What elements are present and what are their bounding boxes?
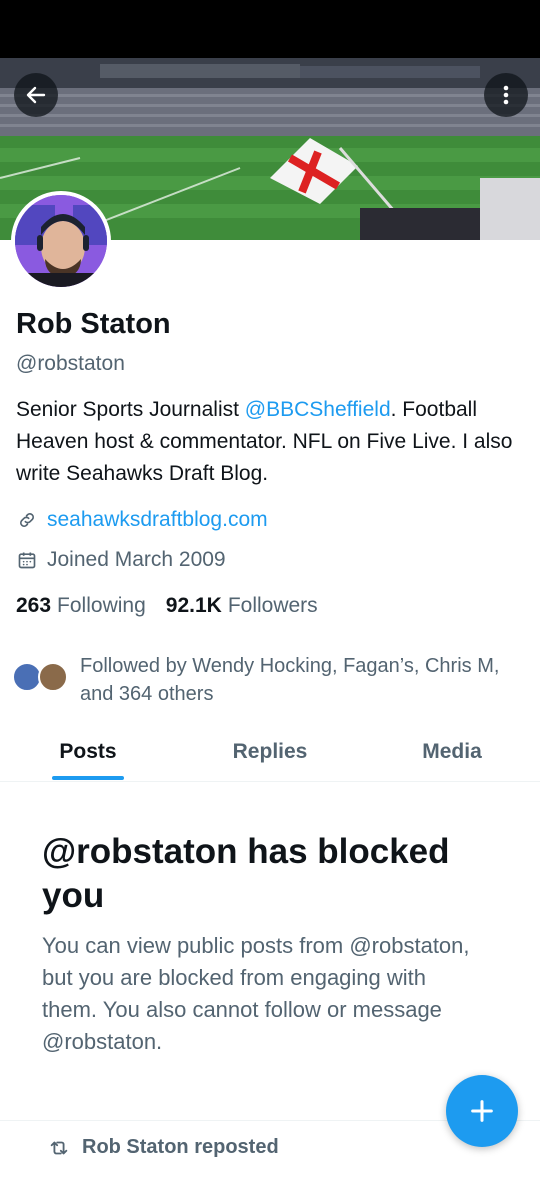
arrow-left-icon bbox=[26, 86, 46, 104]
joined-date: Joined March 2009 bbox=[16, 548, 226, 572]
profile-tabs: Posts Replies Media bbox=[0, 724, 540, 782]
blocked-description: You can view public posts from @robstato… bbox=[42, 933, 470, 1054]
status-bar bbox=[0, 0, 540, 58]
repost-icon bbox=[50, 1141, 68, 1154]
bio-mention-link[interactable]: @BBCSheffield bbox=[245, 398, 391, 421]
followed-by-text: Followed by Wendy Hocking, Fagan’s, Chri… bbox=[80, 655, 500, 705]
link-icon bbox=[16, 509, 38, 531]
website-link[interactable]: seahawksdraftblog.com bbox=[16, 508, 268, 532]
follower-avatar bbox=[38, 662, 68, 692]
following-label: Following bbox=[57, 594, 146, 617]
profile-name: Rob Staton bbox=[16, 308, 171, 340]
followers-count: 92.1K bbox=[165, 594, 222, 617]
profile-handle: @robstaton bbox=[16, 352, 125, 375]
repost-label: Rob Staton reposted bbox=[82, 1136, 279, 1158]
tab-media[interactable]: Media bbox=[364, 724, 540, 781]
followers-link[interactable]: 92.1K Followers bbox=[166, 594, 318, 618]
website-text[interactable]: seahawksdraftblog.com bbox=[47, 508, 268, 532]
more-vertical-icon bbox=[503, 85, 509, 105]
following-count: 263 bbox=[16, 594, 52, 617]
tab-posts[interactable]: Posts bbox=[0, 724, 176, 781]
followers-label: Followers bbox=[227, 594, 318, 617]
blocked-title: @robstaton has blocked you bbox=[42, 832, 450, 915]
more-options-button[interactable] bbox=[484, 73, 528, 117]
bio-text-prefix: Senior Sports Journalist bbox=[16, 398, 245, 421]
plus-icon bbox=[471, 1100, 493, 1122]
follow-stats: 263 Following 92.1K Followers bbox=[16, 594, 338, 618]
following-link[interactable]: 263 Following bbox=[16, 594, 146, 618]
profile-bio: Senior Sports Journalist @BBCSheffield. … bbox=[16, 394, 526, 490]
calendar-icon bbox=[16, 549, 38, 571]
avatar[interactable] bbox=[11, 191, 111, 291]
active-tab-indicator bbox=[52, 776, 124, 780]
repost-indicator: Rob Staton reposted bbox=[48, 1136, 279, 1159]
tab-replies[interactable]: Replies bbox=[176, 724, 364, 781]
back-button[interactable] bbox=[14, 73, 58, 117]
compose-button[interactable] bbox=[446, 1075, 518, 1147]
followed-by-avatars bbox=[12, 662, 76, 694]
joined-text: Joined March 2009 bbox=[47, 548, 226, 571]
